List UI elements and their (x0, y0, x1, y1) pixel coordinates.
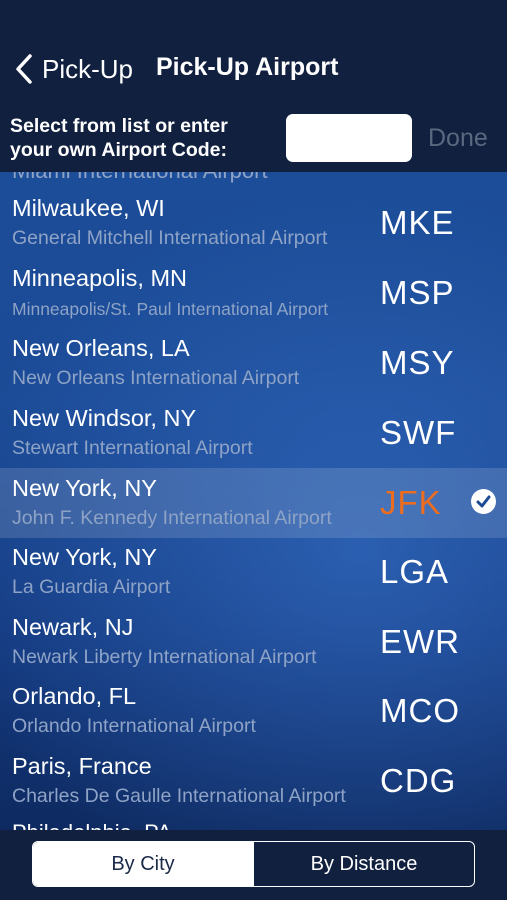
airport-row[interactable]: New Orleans, LA New Orleans Internationa… (0, 332, 507, 402)
sort-segmented-control: By City By Distance (32, 841, 475, 887)
checkmark-circle-icon (471, 489, 496, 514)
airport-city: New Windsor, NY (12, 405, 197, 431)
airport-row[interactable]: Newark, NJ Newark Liberty International … (0, 611, 507, 681)
airport-name: La Guardia Airport (12, 576, 171, 598)
airport-city: New Orleans, LA (12, 335, 190, 361)
airport-name: Charles De Gaulle International Airport (12, 785, 346, 807)
back-button-label: Pick-Up (42, 53, 134, 84)
airport-row[interactable]: Minneapolis, MN Minneapolis/St. Paul Int… (0, 262, 507, 332)
entry-prompt: Select from list or enter your own Airpo… (10, 114, 280, 162)
airport-row[interactable]: New Windsor, NY Stewart International Ai… (0, 402, 507, 472)
page-title: Pick-Up Airport (156, 53, 339, 81)
airport-row[interactable]: Milwaukee, WI General Mitchell Internati… (0, 192, 507, 262)
airport-row[interactable]: Orlando, FL Orlando International Airpor… (0, 680, 507, 750)
sort-by-city-button[interactable]: By City (33, 842, 253, 886)
airport-code: EWR (380, 623, 460, 660)
airport-code: CDG (380, 762, 457, 799)
airport-city: Orlando, FL (12, 683, 137, 709)
airport-code: SWF (380, 414, 457, 451)
airport-name: New Orleans International Airport (12, 367, 300, 389)
airport-row-selected[interactable]: New York, NY John F. Kennedy Internation… (0, 468, 507, 538)
airport-city: Newark, NJ (12, 614, 134, 640)
partial-airport-top: Miami International Airport (12, 172, 268, 184)
airport-city: Milwaukee, WI (12, 195, 165, 221)
airport-code: LGA (380, 553, 450, 590)
airport-code: MKE (380, 204, 455, 241)
airport-code-input[interactable] (286, 114, 412, 162)
airport-code: MSP (380, 274, 455, 311)
airport-row[interactable]: Paris, France Charles De Gaulle Internat… (0, 750, 507, 820)
airport-name: Minneapolis/St. Paul International Airpo… (12, 299, 329, 319)
airport-name: John F. Kennedy International Airport (12, 507, 332, 529)
done-button[interactable]: Done (428, 124, 488, 153)
airport-name: Newark Liberty International Airport (12, 646, 317, 668)
chevron-left-icon (16, 54, 32, 84)
airport-row[interactable]: New York, NY La Guardia Airport LGA (0, 541, 507, 611)
airport-city: Minneapolis, MN (12, 265, 188, 291)
airport-name: Stewart International Airport (12, 437, 253, 459)
airport-code: MCO (380, 692, 460, 729)
airport-name: General Mitchell International Airport (12, 227, 328, 249)
airport-code: JFK (380, 484, 442, 521)
entry-prompt-line-2: your own Airport Code: (10, 139, 228, 161)
back-button[interactable]: Pick-Up (14, 52, 133, 86)
airport-name: Orlando International Airport (12, 715, 256, 737)
airport-list[interactable]: Miami International Airport Milwaukee, W… (0, 172, 507, 830)
entry-prompt-line-1: Select from list or enter (10, 115, 228, 137)
partial-airport-bottom: Philadelphia, PA (12, 820, 172, 830)
airport-city: New York, NY (12, 544, 157, 570)
airport-code: MSY (380, 344, 455, 381)
airport-city: Paris, France (12, 753, 152, 779)
navigation-bar: Pick-Up Pick-Up Airport (0, 0, 507, 106)
airport-city: New York, NY (12, 475, 157, 501)
sort-by-distance-button[interactable]: By Distance (253, 842, 474, 886)
